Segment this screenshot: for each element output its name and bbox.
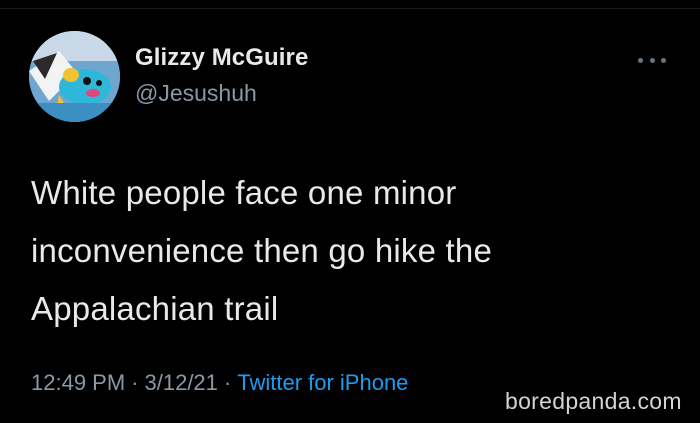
tweet-metadata: 12:49 PM · 3/12/21 · Twitter for iPhone [31,370,408,396]
tweet-text: White people face one minor inconvenienc… [31,164,631,338]
more-options-button[interactable] [636,50,668,70]
watermark: boredpanda.com [505,388,682,414]
separator: · [223,370,232,395]
tweet-time[interactable]: 12:49 PM [31,370,125,395]
user-handle[interactable]: @Jesushuh [135,80,257,107]
avatar-image [29,31,120,122]
tweet-text-line: White people face one minor [31,174,457,211]
tweet-text-line: inconvenience then go hike the [31,232,493,269]
separator: · [131,370,139,395]
tweet-text-line: Appalachian trail [31,290,279,327]
avatar[interactable] [29,31,120,122]
tweet-source-link[interactable]: Twitter for iPhone [237,370,408,395]
top-divider [0,8,700,9]
more-options-icon [638,57,643,63]
more-options-icon-dot [649,57,655,63]
tweet-date[interactable]: 3/12/21 [145,370,218,395]
more-options-icon-dot [661,57,666,63]
display-name[interactable]: Glizzy McGuire [135,44,308,72]
